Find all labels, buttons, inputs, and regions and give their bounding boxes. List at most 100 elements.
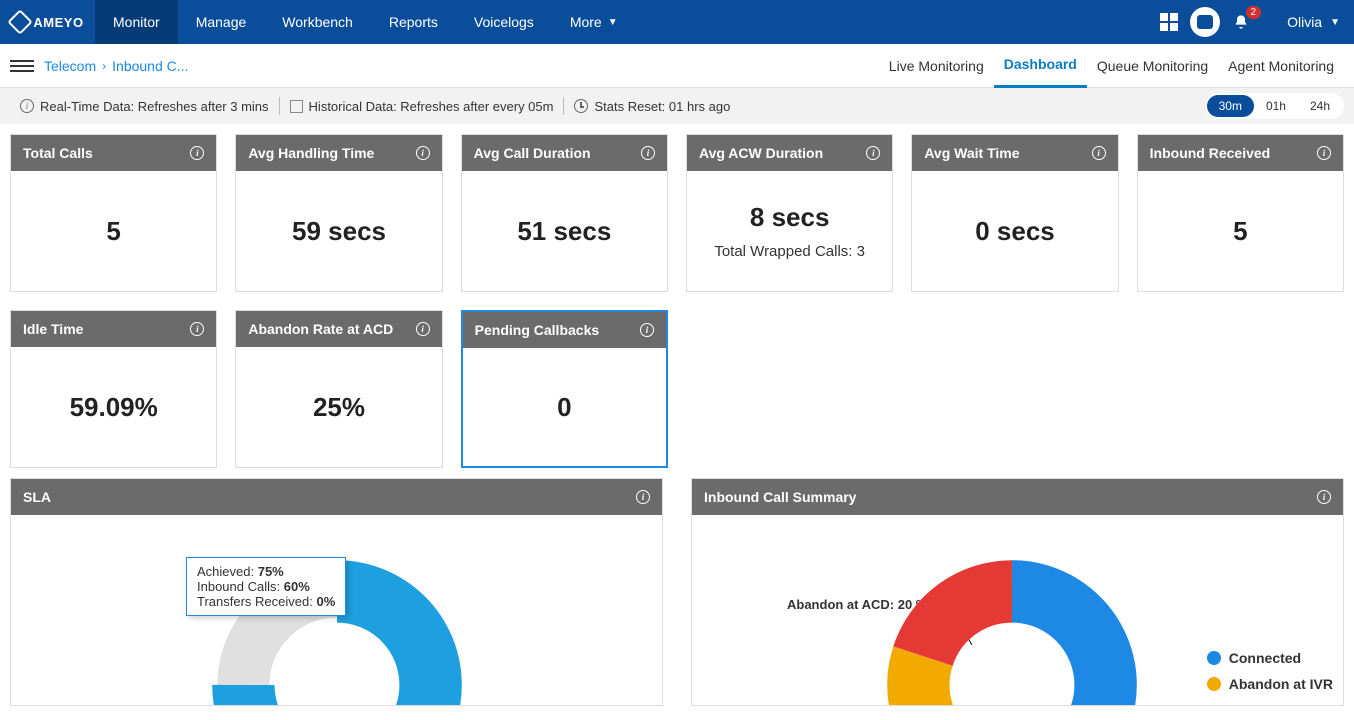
- card-body: 5: [1138, 171, 1343, 291]
- chat-icon: [1190, 7, 1220, 37]
- metric-card-pending-callbacks[interactable]: Pending Callbacks i 0: [461, 310, 668, 468]
- info-icon[interactable]: i: [416, 322, 430, 336]
- chat-button[interactable]: [1187, 4, 1223, 40]
- notifications-button[interactable]: 2: [1223, 4, 1259, 40]
- card-body: 0 secs: [912, 171, 1117, 291]
- card-header: Avg Wait Time i: [912, 135, 1117, 171]
- tab-agent-monitoring[interactable]: Agent Monitoring: [1218, 44, 1344, 88]
- chart-panels: SLA i Achieved: 75% Inbound Calls: 60% T…: [0, 478, 1354, 716]
- user-name: Olivia: [1287, 14, 1322, 30]
- card-header: Pending Callbacks i: [463, 312, 666, 348]
- info-icon[interactable]: i: [190, 322, 204, 336]
- info-icon[interactable]: i: [190, 146, 204, 160]
- nav-manage[interactable]: Manage: [178, 0, 265, 44]
- card-header: Avg ACW Durationi: [687, 135, 892, 171]
- card-header: Idle Time i: [11, 311, 216, 347]
- brand-logo[interactable]: AMEYO: [0, 0, 95, 44]
- info-icon[interactable]: i: [1092, 146, 1106, 160]
- inbound-donut-chart[interactable]: [882, 555, 1142, 705]
- nav-reports[interactable]: Reports: [371, 0, 456, 44]
- info-icon[interactable]: i: [640, 323, 654, 337]
- card-title: Idle Time: [23, 321, 83, 337]
- metric-value: 5: [106, 216, 120, 247]
- timerange-24h[interactable]: 24h: [1298, 95, 1342, 117]
- historical-status[interactable]: Historical Data: Refreshes after every 0…: [280, 99, 564, 114]
- tab-queue-monitoring[interactable]: Queue Monitoring: [1087, 44, 1218, 88]
- info-icon[interactable]: i: [1317, 146, 1331, 160]
- legend-label: Abandon at IVR: [1229, 676, 1333, 692]
- reset-status: Stats Reset: 01 hrs ago: [564, 99, 740, 114]
- user-menu[interactable]: Olivia ▼: [1259, 14, 1354, 30]
- metric-cards-grid: Total Callsi5Avg Handling Timei59 secsAv…: [0, 124, 1354, 478]
- logo-icon: [8, 9, 33, 34]
- chevron-right-icon: ›: [102, 59, 106, 73]
- info-icon[interactable]: i: [416, 146, 430, 160]
- card-title: Total Calls: [23, 145, 93, 161]
- metric-value: 5: [1233, 216, 1247, 247]
- metric-card-abandon-rate-at-acd[interactable]: Abandon Rate at ACD i 25%: [235, 310, 442, 468]
- card-title: Pending Callbacks: [475, 322, 599, 338]
- metric-card-avg-handling-time[interactable]: Avg Handling Time i 59 secs: [235, 134, 442, 292]
- timerange-01h[interactable]: 01h: [1254, 95, 1298, 117]
- metric-card-avg-wait-time[interactable]: Avg Wait Time i 0 secs: [911, 134, 1118, 292]
- legend-item-connected[interactable]: Connected: [1207, 650, 1333, 666]
- card-header: Inbound Received i: [1138, 135, 1343, 171]
- metric-card-inbound-received[interactable]: Inbound Received i 5: [1137, 134, 1344, 292]
- card-body: 5: [11, 171, 216, 291]
- info-icon[interactable]: i: [636, 490, 650, 504]
- card-body: 0: [463, 348, 666, 466]
- card-body: 8 secsTotal Wrapped Calls: 3: [687, 171, 892, 291]
- card-header: Abandon Rate at ACD i: [236, 311, 441, 347]
- timerange-30m[interactable]: 30m: [1207, 95, 1254, 117]
- tab-live-monitoring[interactable]: Live Monitoring: [879, 44, 994, 88]
- metric-card-avg-call-duration[interactable]: Avg Call Durationi51 secs: [461, 134, 668, 292]
- card-title: Avg Wait Time: [924, 145, 1019, 161]
- card-title: Abandon Rate at ACD: [248, 321, 393, 337]
- info-icon[interactable]: i: [866, 146, 880, 160]
- metric-value: 59 secs: [292, 216, 386, 247]
- panel-header: SLA i: [11, 479, 662, 515]
- grid-icon: [1160, 13, 1178, 31]
- nav-workbench[interactable]: Workbench: [264, 0, 371, 44]
- card-header: Avg Call Durationi: [462, 135, 667, 171]
- metric-value: 59.09%: [70, 392, 158, 423]
- checkbox-icon[interactable]: [290, 100, 303, 113]
- panel-title: SLA: [23, 489, 51, 505]
- inbound-legend: Connected Abandon at IVR: [1207, 650, 1333, 702]
- card-body: 51 secs: [462, 171, 667, 291]
- sla-tooltip: Achieved: 75% Inbound Calls: 60% Transfe…: [186, 557, 346, 616]
- info-icon[interactable]: i: [1317, 490, 1331, 504]
- info-icon[interactable]: i: [641, 146, 655, 160]
- inbound-summary-panel: Inbound Call Summary i Abandon at ACD: 2…: [691, 478, 1344, 706]
- tab-dashboard[interactable]: Dashboard: [994, 44, 1087, 88]
- nav-more[interactable]: More ▼: [552, 0, 636, 44]
- card-header: Avg Handling Time i: [236, 135, 441, 171]
- panel-header: Inbound Call Summary i: [692, 479, 1343, 515]
- card-title: Avg Handling Time: [248, 145, 374, 161]
- metric-card-idle-time[interactable]: Idle Time i 59.09%: [10, 310, 217, 468]
- card-title: Inbound Received: [1150, 145, 1271, 161]
- legend-color-dot: [1207, 651, 1221, 665]
- metric-card-total-calls[interactable]: Total Calls i 5: [10, 134, 217, 292]
- legend-item-abandon-at-ivr[interactable]: Abandon at IVR: [1207, 676, 1333, 692]
- panel-title: Inbound Call Summary: [704, 489, 856, 505]
- legend-label: Connected: [1229, 650, 1301, 666]
- menu-toggle-button[interactable]: [10, 60, 34, 72]
- card-header: Total Calls i: [11, 135, 216, 171]
- breadcrumb-leaf[interactable]: Inbound C...: [112, 58, 188, 74]
- card-body: 25%: [236, 347, 441, 467]
- metric-card-avg-acw-duration[interactable]: Avg ACW Durationi8 secsTotal Wrapped Cal…: [686, 134, 893, 292]
- time-range-selector: 30m01h24h: [1205, 93, 1344, 119]
- breadcrumb-root[interactable]: Telecom: [44, 58, 96, 74]
- brand-text: AMEYO: [33, 15, 83, 30]
- metric-value: 0 secs: [975, 216, 1055, 247]
- sla-panel: SLA i Achieved: 75% Inbound Calls: 60% T…: [10, 478, 663, 706]
- nav-voicelogs[interactable]: Voicelogs: [456, 0, 552, 44]
- card-body: 59 secs: [236, 171, 441, 291]
- metric-value: 0: [557, 392, 571, 423]
- notification-count-badge: 2: [1246, 6, 1262, 19]
- status-bar: i Real-Time Data: Refreshes after 3 mins…: [0, 88, 1354, 124]
- nav-monitor[interactable]: Monitor: [95, 0, 178, 44]
- metric-value: 8 secs: [750, 202, 830, 233]
- apps-grid-button[interactable]: [1151, 4, 1187, 40]
